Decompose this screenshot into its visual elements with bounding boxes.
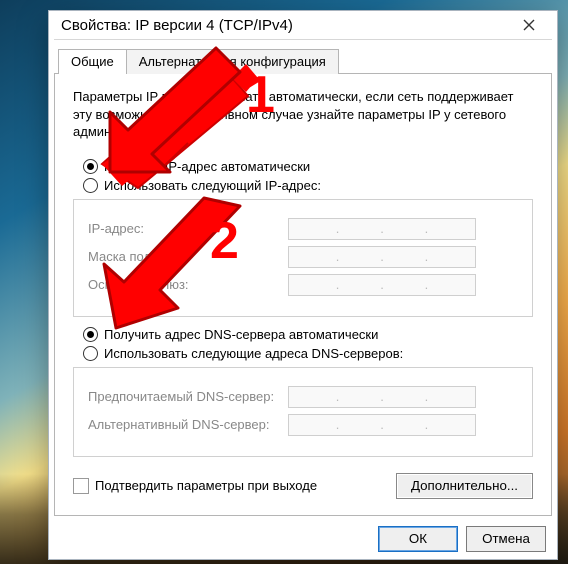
radio-dns-auto-label: Получить адрес DNS-сервера автоматически [104, 327, 378, 342]
ip-address-field: ... [288, 218, 476, 240]
radio-ip-auto[interactable]: Получить IP-адрес автоматически [83, 159, 533, 174]
subnet-mask-label: Маска подсети: [88, 249, 288, 264]
subnet-mask-field: ... [288, 246, 476, 268]
radio-icon [83, 159, 98, 174]
alternate-dns-label: Альтернативный DNS-сервер: [88, 417, 288, 432]
radio-dns-manual-label: Использовать следующие адреса DNS-сервер… [104, 346, 403, 361]
confirm-row: Подтвердить параметры при выходе Дополни… [73, 473, 533, 499]
dns-fields-group: Предпочитаемый DNS-сервер: ... Альтернат… [73, 367, 533, 457]
tab-body: Параметры IP можно назначать автоматичес… [54, 73, 552, 516]
close-icon [523, 19, 535, 31]
tab-alternate-config[interactable]: Альтернативная конфигурация [126, 49, 339, 74]
ip-fields-group: IP-адрес: ... Маска подсети: ... Основно… [73, 199, 533, 317]
radio-ip-manual-label: Использовать следующий IP-адрес: [104, 178, 321, 193]
ok-button[interactable]: ОК [378, 526, 458, 552]
radio-ip-auto-label: Получить IP-адрес автоматически [104, 159, 310, 174]
tab-strip: Общие Альтернативная конфигурация [58, 48, 552, 73]
radio-icon [83, 178, 98, 193]
ipv4-properties-dialog: Свойства: IP версии 4 (TCP/IPv4) Общие А… [48, 10, 558, 560]
gateway-field: ... [288, 274, 476, 296]
close-button[interactable] [509, 11, 549, 39]
radio-ip-manual[interactable]: Использовать следующий IP-адрес: [83, 178, 533, 193]
cancel-button[interactable]: Отмена [466, 526, 546, 552]
preferred-dns-label: Предпочитаемый DNS-сервер: [88, 389, 288, 404]
tab-general[interactable]: Общие [58, 49, 127, 74]
alternate-dns-field: ... [288, 414, 476, 436]
ip-address-label: IP-адрес: [88, 221, 288, 236]
confirm-checkbox[interactable] [73, 478, 89, 494]
radio-dns-auto[interactable]: Получить адрес DNS-сервера автоматически [83, 327, 533, 342]
window-title: Свойства: IP версии 4 (TCP/IPv4) [61, 17, 509, 34]
advanced-button[interactable]: Дополнительно... [396, 473, 533, 499]
confirm-label: Подтвердить параметры при выходе [95, 478, 317, 493]
radio-icon [83, 346, 98, 361]
gateway-label: Основной шлюз: [88, 277, 288, 292]
radio-icon [83, 327, 98, 342]
dialog-client-area: Общие Альтернативная конфигурация Параме… [54, 39, 552, 558]
preferred-dns-field: ... [288, 386, 476, 408]
title-bar: Свойства: IP версии 4 (TCP/IPv4) [49, 11, 557, 39]
dialog-buttons: ОК Отмена [54, 516, 552, 558]
radio-dns-manual[interactable]: Использовать следующие адреса DNS-сервер… [83, 346, 533, 361]
description-text: Параметры IP можно назначать автоматичес… [73, 88, 533, 141]
